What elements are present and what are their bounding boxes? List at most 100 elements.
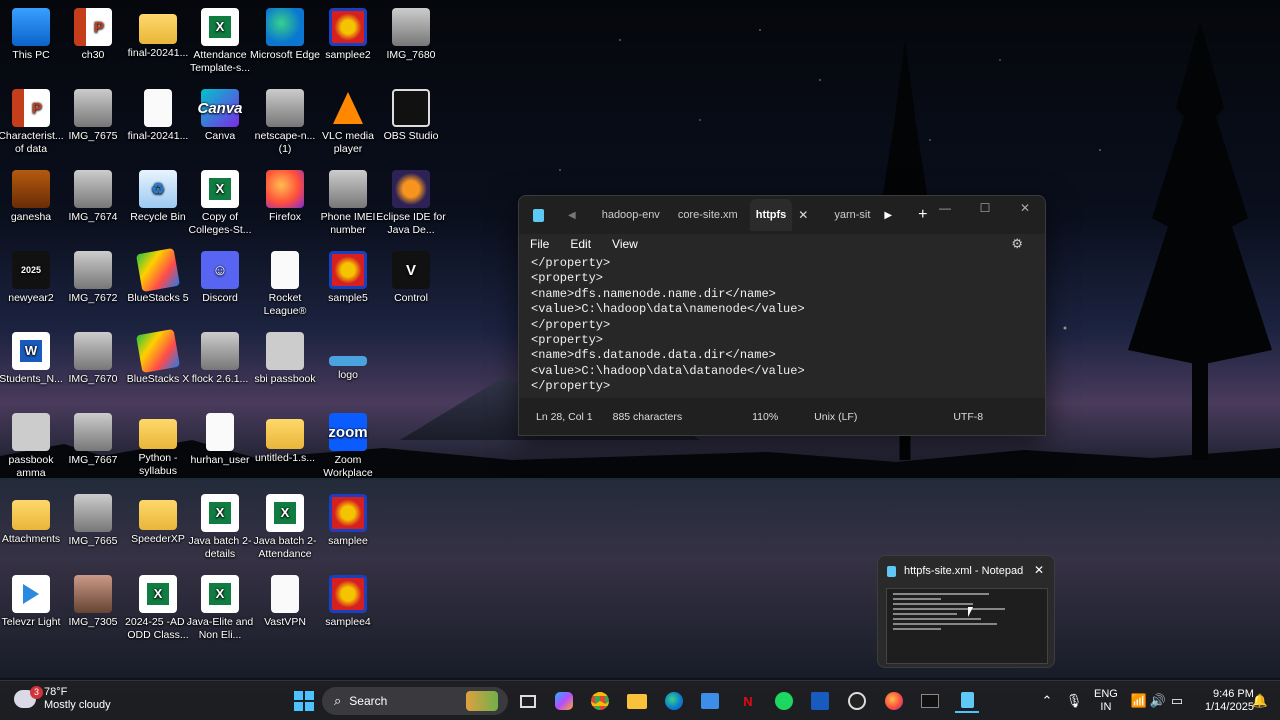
- control-icon: V: [392, 251, 430, 289]
- image-icon: [329, 170, 367, 208]
- desktop-icon-logo[interactable]: logo: [311, 326, 385, 382]
- desktop-icon-samplee4[interactable]: samplee4: [311, 569, 385, 629]
- notification-bell-icon[interactable]: 🔔: [1248, 689, 1272, 713]
- file-icon: [206, 413, 234, 451]
- copilot-icon[interactable]: [552, 689, 576, 713]
- image-icon: [74, 413, 112, 451]
- desktop-icon-copy-colleges[interactable]: X Copy of Colleges-St...: [183, 164, 257, 237]
- image-icon: [74, 575, 112, 613]
- discord-icon: ☺: [201, 251, 239, 289]
- excel-icon: X: [201, 8, 239, 46]
- thumbnail-window-preview[interactable]: [886, 588, 1048, 664]
- firefox-taskbar-icon[interactable]: [882, 689, 906, 713]
- chrome-icon[interactable]: [588, 689, 612, 713]
- zoom-icon: zoom: [328, 413, 368, 451]
- status-line-ending[interactable]: Unix (LF): [814, 411, 857, 423]
- taskbar-thumbnail-preview[interactable]: httpfs-site.xml - Notepad ✕: [877, 555, 1055, 668]
- notepad-icon: [887, 565, 896, 577]
- audio-icon: [329, 8, 367, 46]
- desktop-icon-img-7674[interactable]: IMG_7674: [56, 164, 130, 224]
- tab-hadoop-env[interactable]: hadoop-env: [596, 209, 666, 221]
- image-icon: [266, 332, 304, 370]
- desktop-icon-img-7672[interactable]: IMG_7672: [56, 245, 130, 305]
- maximize-button[interactable]: ☐: [965, 196, 1005, 220]
- clock[interactable]: 9:46 PM 1/14/2025: [1205, 681, 1254, 720]
- editor-line: <value>C:\hadoop\data\namenode</value>: [531, 302, 805, 317]
- audio-icon: [329, 575, 367, 613]
- image-icon: [12, 170, 50, 208]
- text-editor[interactable]: </property> <property> <name>dfs.namenode.…: [519, 254, 1045, 398]
- notepad-taskbar-icon[interactable]: [955, 689, 979, 713]
- tab-httpfs[interactable]: httpfs: [749, 199, 793, 231]
- desktop-icon-img-7665[interactable]: IMG_7665: [56, 488, 130, 548]
- settings-gear-icon[interactable]: ⚙: [1011, 236, 1023, 252]
- desktop-icon-canva[interactable]: Canva Canva: [183, 83, 257, 143]
- store-icon[interactable]: [698, 689, 722, 713]
- weather-widget[interactable]: 3 78°F Mostly cloudy: [14, 686, 111, 712]
- status-position[interactable]: Ln 28, Col 1: [536, 411, 593, 423]
- tab-close-icon[interactable]: ✕: [798, 208, 808, 222]
- desktop-icon-discord[interactable]: ☺ Discord: [183, 245, 257, 305]
- editor-line: <property>: [531, 271, 604, 286]
- file-icon: [144, 89, 172, 127]
- desktop-icon-java-elite[interactable]: X Java-Elite and Non Eli...: [183, 569, 257, 642]
- edge-taskbar-icon[interactable]: [662, 689, 686, 713]
- desktop-icon-obs[interactable]: OBS Studio: [374, 83, 448, 143]
- chevron-up-icon[interactable]: ⌃: [1035, 689, 1059, 713]
- netflix-icon[interactable]: N: [736, 689, 760, 713]
- desktop-icon-zoom[interactable]: zoom Zoom Workplace: [311, 407, 385, 480]
- minimize-button[interactable]: —: [925, 196, 965, 220]
- computer-icon: [12, 8, 50, 46]
- menu-view[interactable]: View: [612, 237, 638, 251]
- recycle-bin-icon: ♻: [139, 170, 177, 208]
- tab-yarn-site[interactable]: yarn-sit: [828, 209, 876, 221]
- tab-scroll-right-icon[interactable]: ▶: [884, 210, 892, 221]
- folder-icon: [139, 500, 177, 530]
- desktop-icon-img-7667[interactable]: IMG_7667: [56, 407, 130, 467]
- desktop-icon-img-7675[interactable]: IMG_7675: [56, 83, 130, 143]
- window-controls: — ☐ ✕: [925, 196, 1045, 220]
- desktop-icon-ch30[interactable]: Pch30: [56, 2, 130, 62]
- bluestacks-icon: [135, 247, 181, 293]
- desktop-icon-hurhan-user[interactable]: hurhan_user: [183, 407, 257, 467]
- desktop-icon-java-batch-details[interactable]: X Java batch 2-details: [183, 488, 257, 561]
- thumbnail-close-button[interactable]: ✕: [1034, 563, 1044, 577]
- microphone-icon[interactable]: 🎙: [1062, 689, 1086, 713]
- desktop-icon-img-7305[interactable]: IMG_7305: [56, 569, 130, 629]
- spotify-icon[interactable]: [772, 689, 796, 713]
- desktop-icon-control[interactable]: V Control: [374, 245, 448, 305]
- file-explorer-icon[interactable]: [625, 689, 649, 713]
- start-button[interactable]: [292, 689, 316, 713]
- installer-icon: [201, 332, 239, 370]
- status-zoom[interactable]: 110%: [752, 411, 778, 423]
- desktop-icon-flock[interactable]: flock 2.6.1...: [183, 326, 257, 386]
- image-icon: [74, 332, 112, 370]
- menu-file[interactable]: File: [530, 237, 549, 251]
- vlc-icon: [329, 89, 367, 127]
- close-button[interactable]: ✕: [1005, 196, 1045, 220]
- terminal-icon[interactable]: [918, 689, 942, 713]
- desktop-icon-img-7670[interactable]: IMG_7670: [56, 326, 130, 386]
- tab-scroll-left-icon[interactable]: ◀: [568, 210, 576, 221]
- excel-icon: X: [139, 575, 177, 613]
- task-view-icon[interactable]: [516, 689, 540, 713]
- menu-edit[interactable]: Edit: [570, 237, 591, 251]
- thumbnail-title-bar: httpfs-site.xml - Notepad: [878, 556, 1054, 586]
- desktop-icon-attendance-template[interactable]: X Attendance Template-s...: [183, 2, 257, 75]
- status-encoding[interactable]: UTF-8: [953, 411, 983, 423]
- battery-icon[interactable]: ▭: [1165, 689, 1189, 713]
- image-icon: [74, 494, 112, 532]
- weather-description: Mostly cloudy: [44, 699, 111, 711]
- obs-taskbar-icon[interactable]: [845, 689, 869, 713]
- desktop-icon-samplee[interactable]: samplee: [311, 488, 385, 548]
- search-highlight-icon: [466, 691, 498, 711]
- notepad-window[interactable]: ◀ hadoop-env core-site.xm httpfs ✕ yarn-…: [518, 195, 1046, 436]
- word-taskbar-icon[interactable]: [808, 689, 832, 713]
- desktop-icon-eclipse[interactable]: Eclipse IDE for Java De...: [374, 164, 448, 237]
- language-indicator[interactable]: ENG IN: [1094, 681, 1118, 720]
- powerpoint-icon: P: [12, 89, 50, 127]
- tab-core-site[interactable]: core-site.xm: [672, 209, 744, 221]
- desktop-icon-img-7680[interactable]: IMG_7680: [374, 2, 448, 62]
- search-box[interactable]: ⌕ Search: [322, 687, 508, 715]
- search-icon: ⌕: [334, 693, 342, 708]
